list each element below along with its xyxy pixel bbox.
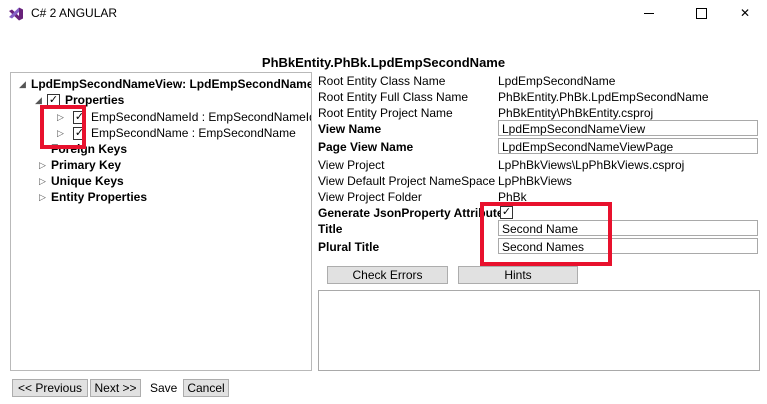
- close-icon: ✕: [739, 6, 751, 20]
- collapsed-icon[interactable]: ▷: [39, 189, 47, 205]
- view-project-value: LpPhBkViews\LpPhBkViews.csproj: [498, 158, 685, 172]
- maximize-button[interactable]: [678, 0, 724, 27]
- check-errors-button[interactable]: Check Errors: [327, 266, 448, 284]
- view-ns-value: LpPhBkViews: [498, 174, 572, 188]
- minimize-button[interactable]: [626, 0, 672, 27]
- root-class-label: Root Entity Class Name: [318, 74, 446, 88]
- view-ns-label: View Default Project NameSpace: [318, 174, 496, 188]
- save-label: Save: [150, 381, 178, 395]
- view-folder-label: View Project Folder: [318, 190, 422, 204]
- tree-item-label: Unique Keys: [51, 174, 124, 188]
- tree-item-label: EmpSecondNameId : EmpSecondNameId: [91, 110, 312, 124]
- view-name-input[interactable]: LpdEmpSecondNameView: [498, 120, 758, 136]
- root-project-label: Root Entity Project Name: [318, 106, 453, 120]
- previous-button[interactable]: << Previous: [12, 379, 88, 397]
- root-full-label: Root Entity Full Class Name: [318, 90, 469, 104]
- view-project-label: View Project: [318, 158, 385, 172]
- page-view-label: Page View Name: [318, 140, 414, 154]
- highlight-box-tree-checkboxes: [40, 105, 86, 149]
- next-button[interactable]: Next >>: [90, 379, 141, 397]
- view-name-label: View Name: [318, 122, 382, 136]
- root-full-value: PhBkEntity.PhBk.LpdEmpSecondName: [498, 90, 709, 104]
- page-title: PhBkEntity.PhBk.LpdEmpSecondName: [261, 55, 506, 70]
- plural-title-label: Plural Title: [318, 240, 380, 254]
- maximize-icon: [696, 8, 707, 19]
- tree-item-label: Entity Properties: [51, 190, 148, 204]
- expanded-icon[interactable]: ◢: [19, 76, 27, 92]
- collapsed-icon[interactable]: ▷: [39, 173, 47, 189]
- hints-button[interactable]: Hints: [458, 266, 578, 284]
- page-view-input[interactable]: LpdEmpSecondNameViewPage: [498, 138, 758, 154]
- gen-json-label: Generate JsonProperty Attribute: [318, 206, 504, 220]
- minimize-icon: [644, 13, 654, 14]
- tree-item-label: Primary Key: [51, 158, 122, 172]
- root-project-value: PhBkEntity\PhBkEntity.csproj: [498, 106, 654, 120]
- highlight-box-title-fields: [480, 202, 612, 266]
- visual-studio-icon: [9, 7, 23, 21]
- root-class-value: LpdEmpSecondName: [498, 74, 616, 88]
- cancel-button[interactable]: Cancel: [183, 379, 229, 397]
- title-label: Title: [318, 222, 343, 236]
- tree-item-label: EmpSecondName : EmpSecondName: [91, 126, 296, 140]
- tree-root-label: LpdEmpSecondNameView: LpdEmpSecondName: [31, 77, 312, 91]
- messages-textarea[interactable]: [318, 290, 760, 371]
- collapsed-icon[interactable]: ▷: [39, 157, 47, 173]
- title-bar: C# 2 ANGULAR ✕: [0, 0, 767, 27]
- window-title: C# 2 ANGULAR: [31, 6, 118, 20]
- close-button[interactable]: ✕: [722, 0, 767, 27]
